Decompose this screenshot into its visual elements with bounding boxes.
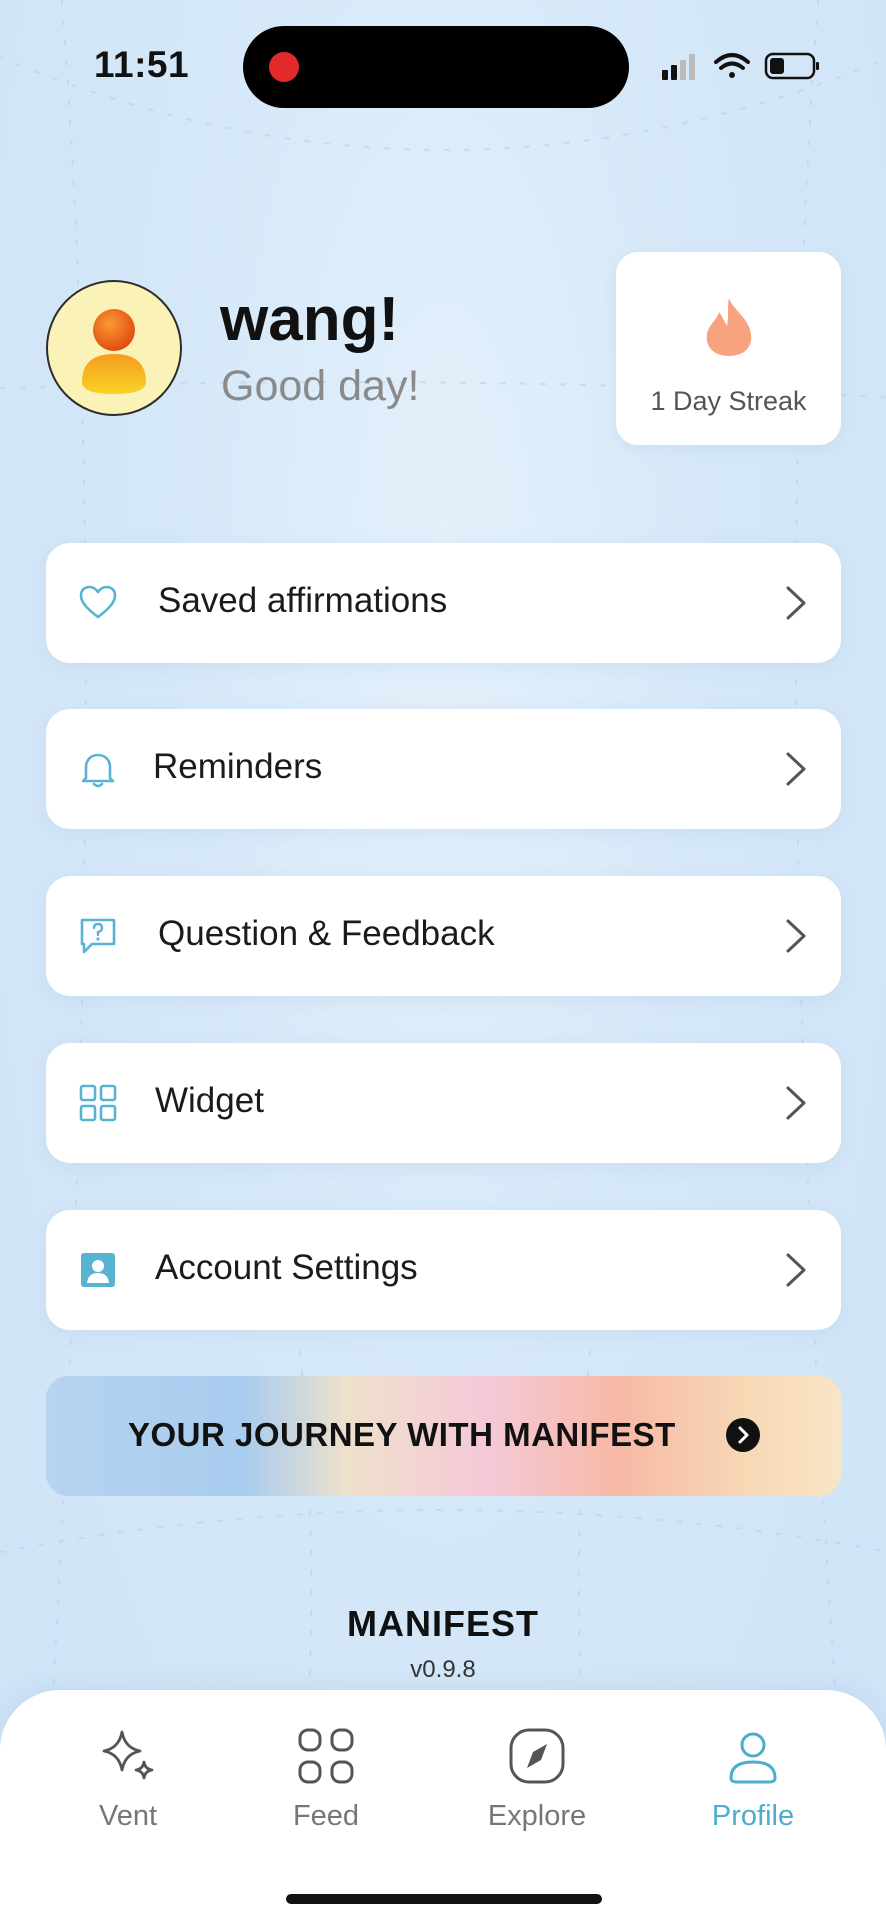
chevron-right-icon xyxy=(786,1086,806,1120)
menu-label-widget: Widget xyxy=(155,1081,264,1120)
greeting-text: Good day! xyxy=(221,362,420,410)
sparkle-icon xyxy=(102,1730,154,1780)
tab-profile[interactable]: Profile xyxy=(668,1726,838,1856)
chevron-right-icon xyxy=(786,752,806,786)
status-icons xyxy=(662,52,819,80)
bottom-tab-bar: Vent Feed Explore Profile xyxy=(0,1690,886,1920)
person-avatar-icon xyxy=(82,309,146,394)
streak-label: 1 Day Streak xyxy=(650,386,807,416)
grid-icon xyxy=(298,1728,354,1784)
tab-label-vent: Vent xyxy=(98,1800,158,1832)
compass-icon xyxy=(509,1728,565,1784)
question-chat-icon xyxy=(80,918,116,954)
tab-explore[interactable]: Explore xyxy=(452,1726,622,1856)
journey-banner-label: YOUR JOURNEY WITH MANIFEST xyxy=(128,1416,676,1453)
flame-icon xyxy=(706,298,752,356)
account-card-icon xyxy=(81,1253,115,1287)
person-icon xyxy=(729,1732,777,1784)
tab-feed[interactable]: Feed xyxy=(241,1726,411,1856)
chevron-right-icon xyxy=(786,586,806,620)
tab-label-explore: Explore xyxy=(487,1800,587,1832)
menu-label-account-settings: Account Settings xyxy=(155,1248,418,1287)
arrow-circle-right-icon xyxy=(726,1418,760,1452)
menu-label-saved-affirmations: Saved affirmations xyxy=(158,581,448,620)
app-version: v0.9.8 xyxy=(410,1656,476,1683)
status-bar: 11:51 xyxy=(0,0,886,130)
bell-icon xyxy=(81,753,115,788)
chevron-right-icon xyxy=(786,1253,806,1287)
avatar[interactable] xyxy=(46,280,182,416)
menu-item-account-settings[interactable]: Account Settings xyxy=(46,1210,841,1330)
wifi-icon xyxy=(714,53,750,78)
menu-item-saved-affirmations[interactable]: Saved affirmations xyxy=(46,543,841,663)
menu-item-widget[interactable]: Widget xyxy=(46,1043,841,1163)
dynamic-island xyxy=(243,26,629,108)
status-time: 11:51 xyxy=(94,44,190,85)
grid-icon xyxy=(79,1084,117,1122)
menu-item-question-feedback[interactable]: Question & Feedback xyxy=(46,876,841,996)
profile-header: wang! Good day! 1 Day Streak xyxy=(0,240,886,460)
tab-label-profile: Profile xyxy=(711,1800,795,1832)
brand-name: MANIFEST xyxy=(347,1603,539,1644)
home-indicator xyxy=(286,1894,602,1904)
heart-icon xyxy=(79,585,117,619)
journey-banner[interactable]: YOUR JOURNEY WITH MANIFEST xyxy=(46,1376,841,1496)
menu-label-reminders: Reminders xyxy=(153,747,323,786)
menu-item-reminders[interactable]: Reminders xyxy=(46,709,841,829)
chevron-right-icon xyxy=(786,919,806,953)
menu-label-question-feedback: Question & Feedback xyxy=(158,914,495,953)
battery-icon xyxy=(764,52,819,80)
recording-indicator-icon xyxy=(269,52,299,82)
username: wang! xyxy=(220,285,400,354)
tab-vent[interactable]: Vent xyxy=(43,1726,213,1856)
tab-label-feed: Feed xyxy=(292,1800,360,1832)
streak-card[interactable]: 1 Day Streak xyxy=(616,252,841,445)
cellular-signal-icon xyxy=(662,54,695,80)
